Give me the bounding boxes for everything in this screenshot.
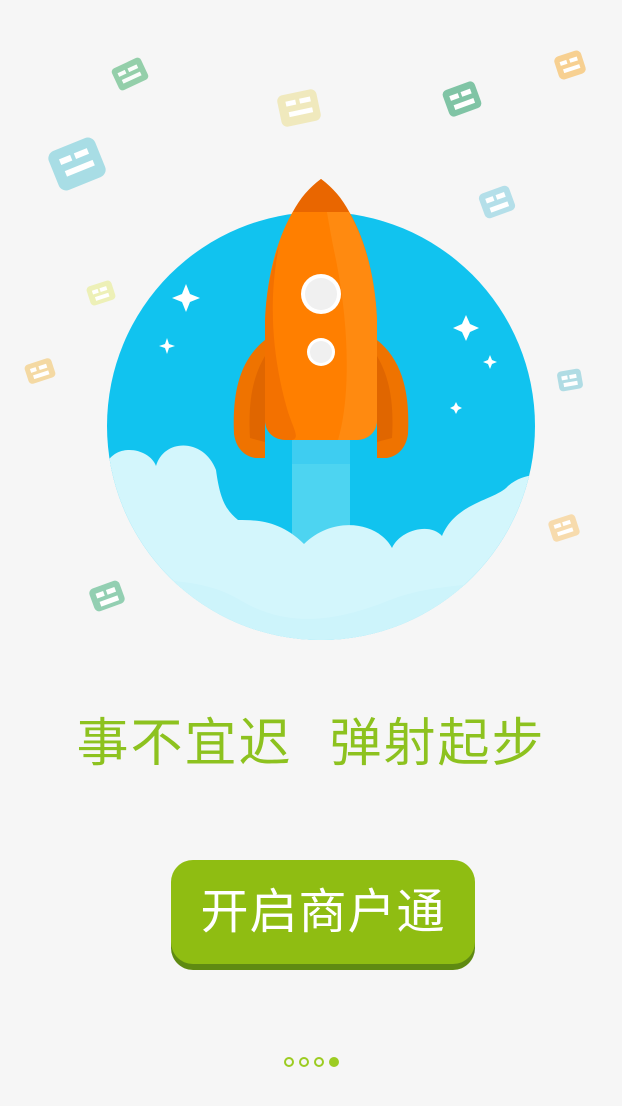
page-indicator [0,1057,622,1067]
page-indicator-dot-4[interactable] [328,1057,339,1067]
rocket-launch-illustration [107,179,535,640]
start-merchant-button[interactable]: 开启商户通 [171,860,475,964]
tagline-text: 事不宜迟 弹射起步 [76,714,546,774]
onboarding-screen: 事不宜迟 弹射起步 开启商户通 [0,0,622,1106]
page-indicator-dot-3[interactable] [313,1057,324,1067]
page-indicator-dot-1[interactable] [283,1057,294,1067]
page-indicator-dot-2[interactable] [298,1057,309,1067]
